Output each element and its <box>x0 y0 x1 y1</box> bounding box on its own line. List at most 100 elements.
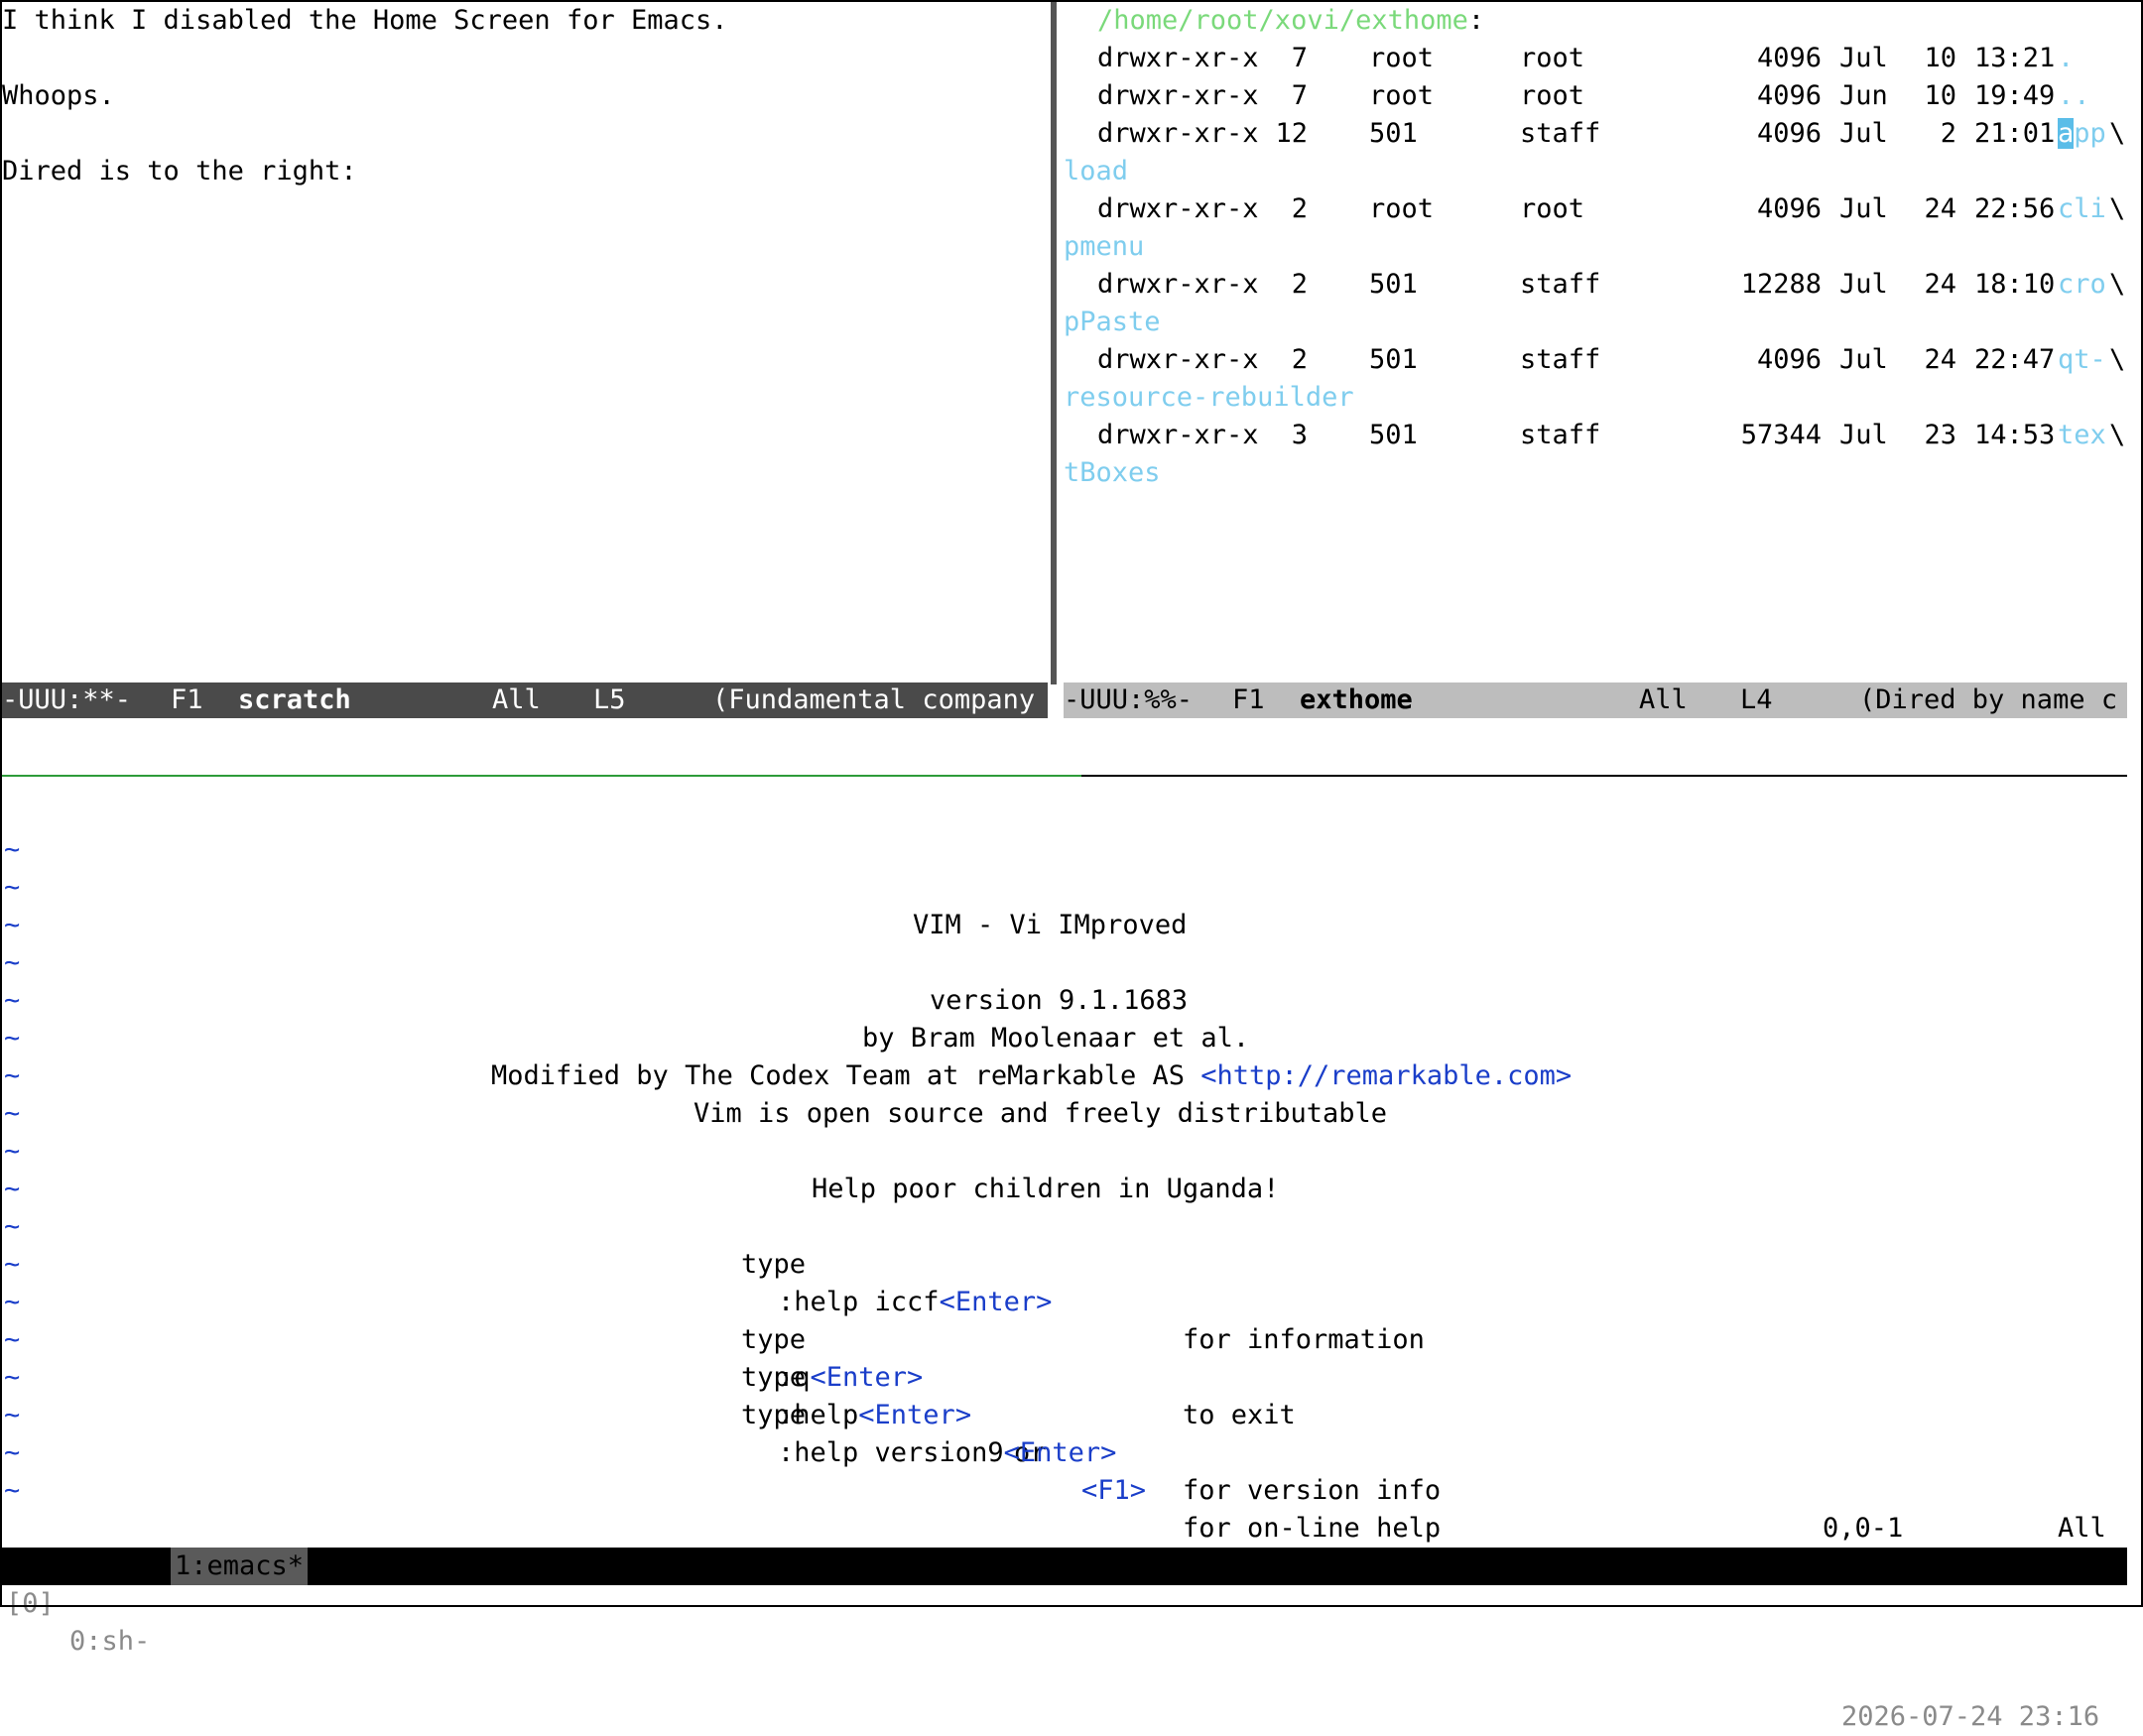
mode-line-scratch[interactable]: -UUU:**- F1 scratch All L5 (Fundamental … <box>2 682 1048 718</box>
dired-path[interactable]: /home/root/xovi/exthome <box>1097 5 1468 36</box>
dired-size: 57344 <box>1740 420 1822 450</box>
dired-month: Jul <box>1839 118 1888 149</box>
dired-links: 7 <box>1291 43 1308 73</box>
mode-line-status: -UUU:**- <box>2 684 132 715</box>
vim-title: VIM - Vi IMproved <box>913 910 1188 940</box>
vim-empty-line-tilde: ~ <box>4 947 21 978</box>
dired-size: 4096 <box>1756 43 1822 73</box>
active-pane-indicator <box>2 775 1081 777</box>
dired-filename[interactable]: cro <box>2058 266 2106 304</box>
help-row: type :q<Enter> to exit <box>677 1284 1296 1430</box>
dired-filename[interactable]: .. <box>2058 77 2090 115</box>
help-description: for version info <box>1183 1475 1442 1506</box>
dired-group: root <box>1520 43 1585 73</box>
vim-modified-by: Modified by The Codex Team at reMarkable… <box>491 1057 1572 1095</box>
dired-links: 12 <box>1275 118 1308 149</box>
dired-entry[interactable]: drwxr-xr-x 2 501 staff 12288 Jul 24 18:10 cro \ <box>1064 266 2127 304</box>
dired-filename-wrapped[interactable]: pPaste <box>1064 304 1161 341</box>
dired-filename-wrapped[interactable]: pmenu <box>1064 228 1144 266</box>
mode-line-status: -UUU:%%- <box>1064 684 1194 715</box>
dired-day: 23 <box>1924 420 1956 450</box>
line-continuation-icon: \ <box>2109 269 2126 300</box>
dired-path-suffix: : <box>1467 5 1485 36</box>
dired-group: root <box>1520 80 1585 111</box>
help-description: for information <box>1183 1324 1425 1355</box>
dired-size: 4096 <box>1756 118 1822 149</box>
dired-month: Jul <box>1839 193 1888 224</box>
mode-line-line: L4 <box>1740 684 1773 715</box>
help-command: :help version9<Enter> <box>778 1437 1117 1468</box>
dired-perms: drwxr-xr-x <box>1097 420 1259 450</box>
dired-links: 3 <box>1291 420 1308 450</box>
dired-perms: drwxr-xr-x <box>1097 344 1259 375</box>
dired-entry[interactable]: drwxr-xr-x 2 root root 4096 Jul 24 22:56 cli \ <box>1064 190 2127 228</box>
dired-month: Jul <box>1839 269 1888 300</box>
dired-day: 10 <box>1924 80 1956 111</box>
help-description: to exit <box>1183 1400 1296 1430</box>
mode-line-position: All <box>492 684 541 715</box>
vim-version: version 9.1.1683 <box>930 985 1189 1016</box>
dired-day: 2 <box>1940 118 1956 149</box>
tmux-window-sh[interactable]: 0:sh- <box>69 1623 150 1661</box>
dired-time: 14:53 <box>1974 420 2056 450</box>
dired-month: Jun <box>1839 80 1888 111</box>
vim-empty-line-tilde: ~ <box>4 1060 21 1091</box>
tmux-session: [0] <box>6 1588 55 1619</box>
window-divider[interactable] <box>1048 2 1062 716</box>
dired-month: Jul <box>1839 420 1888 450</box>
dired-filename[interactable]: cli <box>2058 190 2106 228</box>
dired-group: staff <box>1520 269 1601 300</box>
dired-time: 13:21 <box>1974 43 2056 73</box>
vim-empty-line-tilde: ~ <box>4 1136 21 1167</box>
remarkable-link[interactable]: <http://remarkable.com> <box>1200 1060 1572 1091</box>
dired-day: 10 <box>1924 43 1956 73</box>
line-continuation-icon: \ <box>2109 420 2126 450</box>
vim-empty-line-tilde: ~ <box>4 872 21 903</box>
mode-line-major-mode[interactable]: (Dired by name c <box>1859 682 2117 718</box>
buffer-line: Whoops. <box>2 80 115 111</box>
buffer-line: Dired is to the right: <box>2 156 357 186</box>
dired-day: 24 <box>1924 344 1956 375</box>
mode-line-position: All <box>1639 684 1688 715</box>
dired-filename-wrapped[interactable]: tBoxes <box>1064 454 1161 492</box>
dired-entry[interactable]: drwxr-xr-x 3 501 staff 57344 Jul 23 14:53 tex \ <box>1064 417 2127 454</box>
dired-entry[interactable]: drwxr-xr-x 12 501 staff 4096 Jul 2 21:01 app \ <box>1064 115 2127 153</box>
dired-owner: root <box>1369 80 1435 111</box>
vim-modified-text: Modified by The Codex Team at reMarkable… <box>491 1060 1201 1091</box>
dired-time: 22:56 <box>1974 193 2056 224</box>
dired-day: 24 <box>1924 269 1956 300</box>
dired-links: 2 <box>1291 193 1308 224</box>
dired-owner: 501 <box>1369 344 1418 375</box>
emacs-dired-window[interactable]: /home/root/xovi/exthome: drwxr-xr-x 7 root… <box>1064 2 2127 684</box>
dired-entry[interactable]: drwxr-xr-x 7 root root 4096 Jun 10 19:49.. <box>1064 77 2127 115</box>
mode-line-buffer-name[interactable]: scratch <box>238 682 351 718</box>
line-continuation-icon: \ <box>2109 118 2126 149</box>
dired-filename[interactable]: tex <box>2058 417 2106 454</box>
tmux-window-emacs[interactable]: 1:emacs* <box>171 1548 309 1585</box>
dired-filename[interactable]: . <box>2058 40 2074 77</box>
dired-owner: root <box>1369 193 1435 224</box>
dired-filename-wrapped[interactable]: load <box>1064 153 1128 190</box>
vim-empty-line-tilde: ~ <box>4 1475 21 1506</box>
mode-line-buffer-name[interactable]: exthome <box>1300 682 1413 718</box>
help-command: :help<Enter> <box>778 1400 972 1430</box>
dired-entry[interactable]: drwxr-xr-x 7 root root 4096 Jul 10 13:21. <box>1064 40 2127 77</box>
vim-empty-line-tilde: ~ <box>4 1400 21 1430</box>
mode-line-frame: F1 <box>1232 684 1265 715</box>
mode-line-dired[interactable]: -UUU:%%- F1 exthome All L4 (Dired by nam… <box>1064 682 2127 718</box>
dired-owner: root <box>1369 43 1435 73</box>
vim-empty-line-tilde: ~ <box>4 1023 21 1054</box>
dired-entry[interactable]: drwxr-xr-x 2 501 staff 4096 Jul 24 22:47 qt- \ <box>1064 341 2127 379</box>
dired-links: 2 <box>1291 344 1308 375</box>
vim-license: Vim is open source and freely distributa… <box>693 1098 1387 1129</box>
dired-filename[interactable]: app <box>2058 115 2106 153</box>
dired-time: 19:49 <box>1974 80 2056 111</box>
vim-ruler-position: 0,0-1 <box>1823 1513 1904 1544</box>
dired-filename[interactable]: qt- <box>2058 341 2106 379</box>
dired-size: 12288 <box>1740 269 1822 300</box>
help-row: type :help iccf<Enter> for information <box>677 1208 1425 1355</box>
mode-line-major-mode[interactable]: (Fundamental company <box>712 682 1035 718</box>
dired-owner: 501 <box>1369 420 1418 450</box>
dired-filename-wrapped[interactable]: resource-rebuilder <box>1064 379 1354 417</box>
emacs-scratch-window[interactable]: I think I disabled the Home Screen for E… <box>2 2 1048 684</box>
